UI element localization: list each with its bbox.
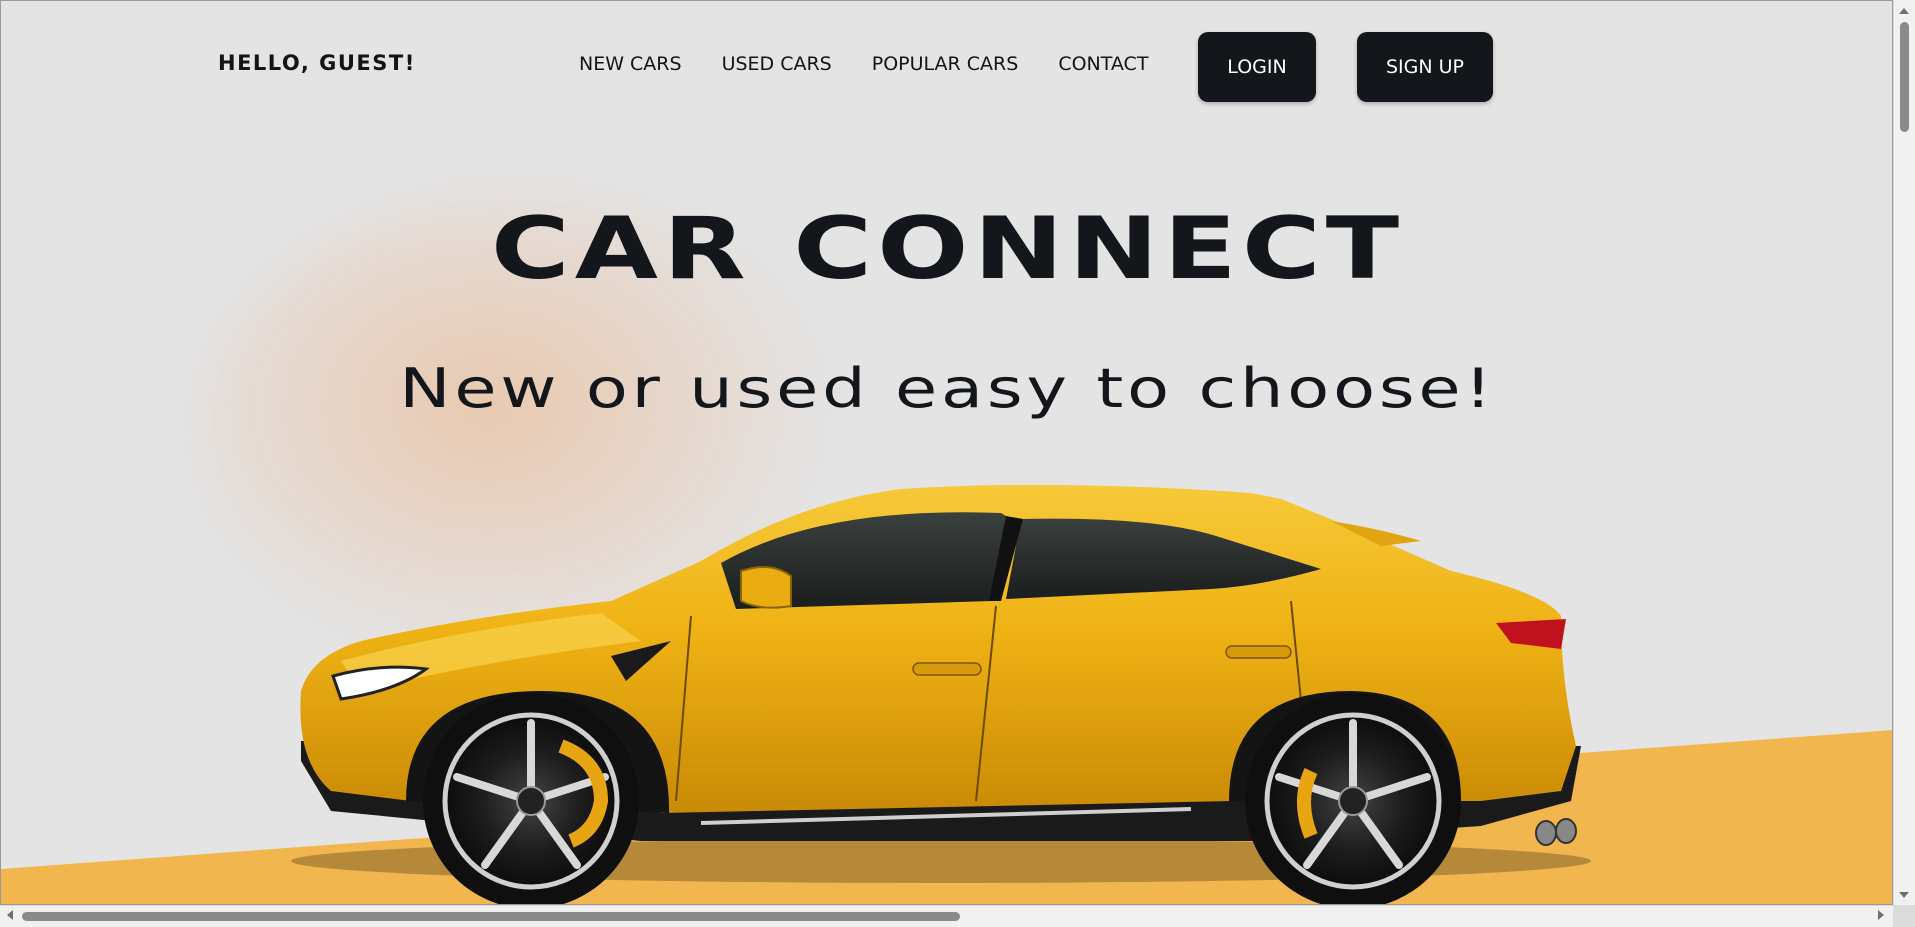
horizontal-scrollbar[interactable] xyxy=(0,905,1893,927)
scroll-down-arrow-icon[interactable] xyxy=(1899,892,1909,898)
yellow-suv-image xyxy=(291,484,1591,904)
page-viewport: HELLO, GUEST! NEW CARS USED CARS POPULAR… xyxy=(0,0,1893,905)
vertical-scrollbar[interactable] xyxy=(1893,0,1915,905)
vertical-scrollbar-thumb[interactable] xyxy=(1900,22,1909,132)
scroll-left-arrow-icon[interactable] xyxy=(7,910,13,920)
scroll-right-arrow-icon[interactable] xyxy=(1878,910,1884,920)
scrollbar-corner xyxy=(1893,905,1915,927)
horizontal-scrollbar-thumb[interactable] xyxy=(22,912,960,921)
scroll-up-arrow-icon[interactable] xyxy=(1899,8,1909,14)
